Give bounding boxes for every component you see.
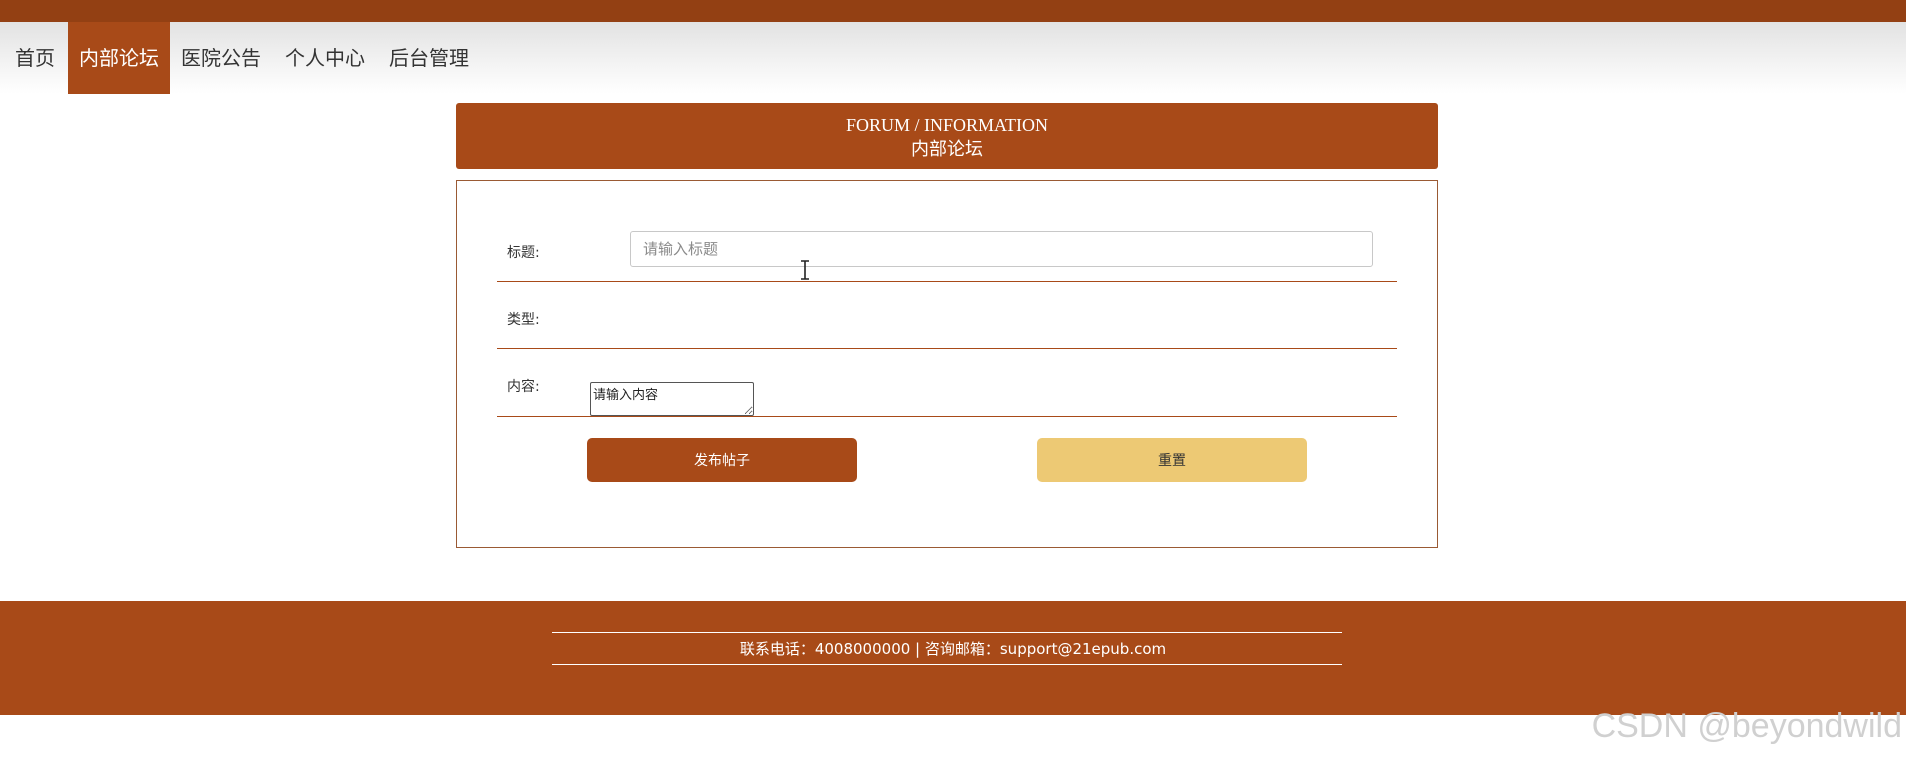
nav-item-personal-center[interactable]: 个人中心 (276, 22, 374, 94)
title-input[interactable] (630, 231, 1373, 267)
nav-item-hospital-announcements[interactable]: 医院公告 (172, 22, 270, 94)
type-label: 类型: (507, 312, 540, 328)
publish-post-button[interactable]: 发布帖子 (587, 438, 857, 482)
main-navigation: 首页 内部论坛 医院公告 个人中心 后台管理 (0, 22, 1906, 94)
title-label: 标题: (507, 245, 540, 261)
nav-item-internal-forum[interactable]: 内部论坛 (68, 22, 170, 94)
nav-item-admin[interactable]: 后台管理 (380, 22, 478, 94)
banner-english-title: FORUM / INFORMATION (845, 115, 1049, 135)
top-strip (0, 0, 1906, 22)
reset-button[interactable]: 重置 (1037, 438, 1307, 482)
title-row: 标题: (497, 181, 1397, 282)
footer: 联系电话：4008000000 | 咨询邮箱：support@21epub.co… (0, 601, 1906, 715)
watermark: CSDN @beyondwild (1591, 707, 1902, 745)
footer-contact-text: 联系电话：4008000000 | 咨询邮箱：support@21epub.co… (739, 640, 1167, 658)
forum-banner: FORUM / INFORMATION 内部论坛 (456, 103, 1438, 169)
content-label: 内容: (507, 379, 540, 395)
footer-divider-bottom (552, 664, 1342, 665)
banner-chinese-title: 内部论坛 (911, 139, 983, 159)
footer-divider-top (552, 632, 1342, 633)
text-cursor-icon (801, 260, 809, 280)
new-post-form: 标题: 类型: 内容: 发布帖子 重置 (456, 180, 1438, 548)
content-textarea[interactable] (590, 382, 754, 416)
type-row: 类型: (497, 282, 1397, 349)
nav-item-home[interactable]: 首页 (4, 22, 66, 94)
